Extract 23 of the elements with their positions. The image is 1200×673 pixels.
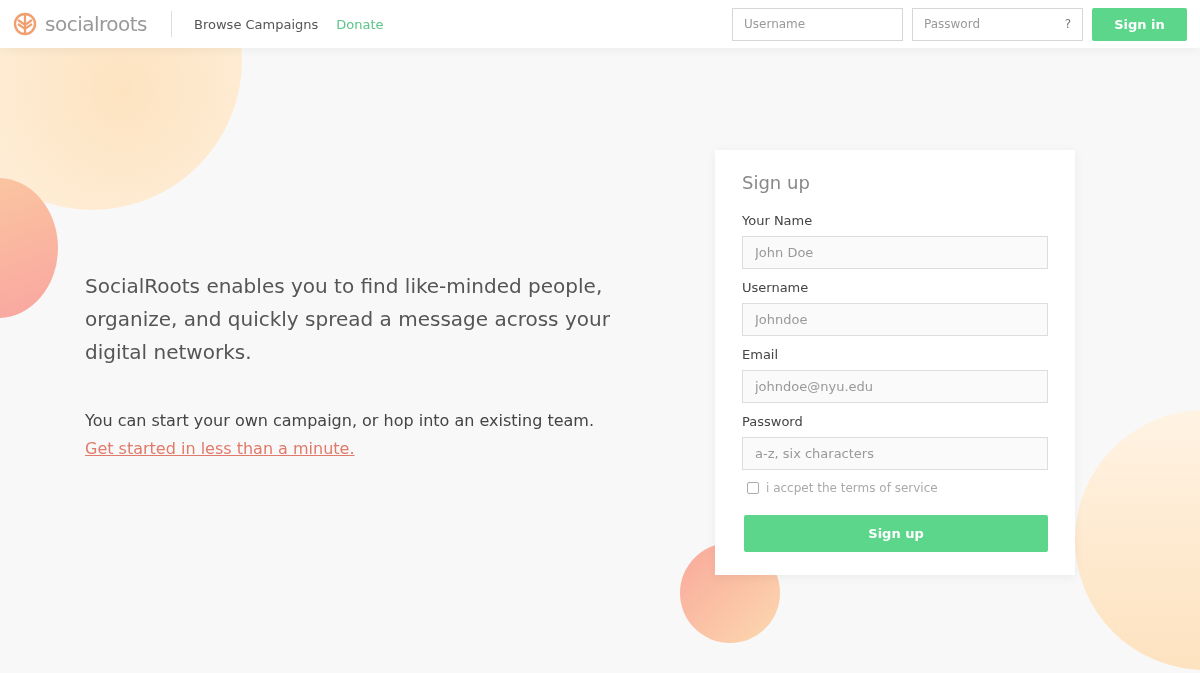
nav-link[interactable]: Browse Campaigns — [194, 16, 319, 32]
terms-checkbox[interactable] — [747, 482, 759, 494]
username-field[interactable]: Username — [732, 7, 903, 41]
terms-label: i accpet the terms of service — [766, 481, 938, 495]
input-field[interactable]: a-z, six characters — [742, 437, 1048, 470]
field-label: Password — [742, 414, 804, 429]
nav-link[interactable]: Donate — [336, 16, 384, 32]
input-field[interactable]: Johndoe — [742, 303, 1048, 336]
body-text: You can start your own campaign, or hop into an existing team. — [85, 410, 595, 432]
field-label: Email — [742, 347, 780, 362]
input-field[interactable]: John Doe — [742, 236, 1048, 269]
help-link[interactable]: ? — [1064, 17, 1071, 31]
field-label: Your Name — [742, 213, 814, 228]
sign-in-button[interactable]: Sign in — [1092, 7, 1187, 41]
logo-text: socialroots — [45, 12, 148, 36]
field-label: Username — [742, 280, 810, 295]
logo-icon — [13, 12, 37, 36]
get-started-link[interactable]: Get started in less than a minute. — [85, 439, 355, 458]
intro-text: SocialRoots enables you to find like-minded people, organize, and quickly spread a message across your digital networks. — [85, 273, 611, 366]
sign-up-button[interactable]: Sign up — [744, 515, 1048, 552]
input-field[interactable]: johndoe@nyu.edu — [742, 370, 1048, 403]
password-field[interactable]: Password ? — [912, 7, 1083, 41]
signup-title: Sign up — [742, 172, 811, 193]
